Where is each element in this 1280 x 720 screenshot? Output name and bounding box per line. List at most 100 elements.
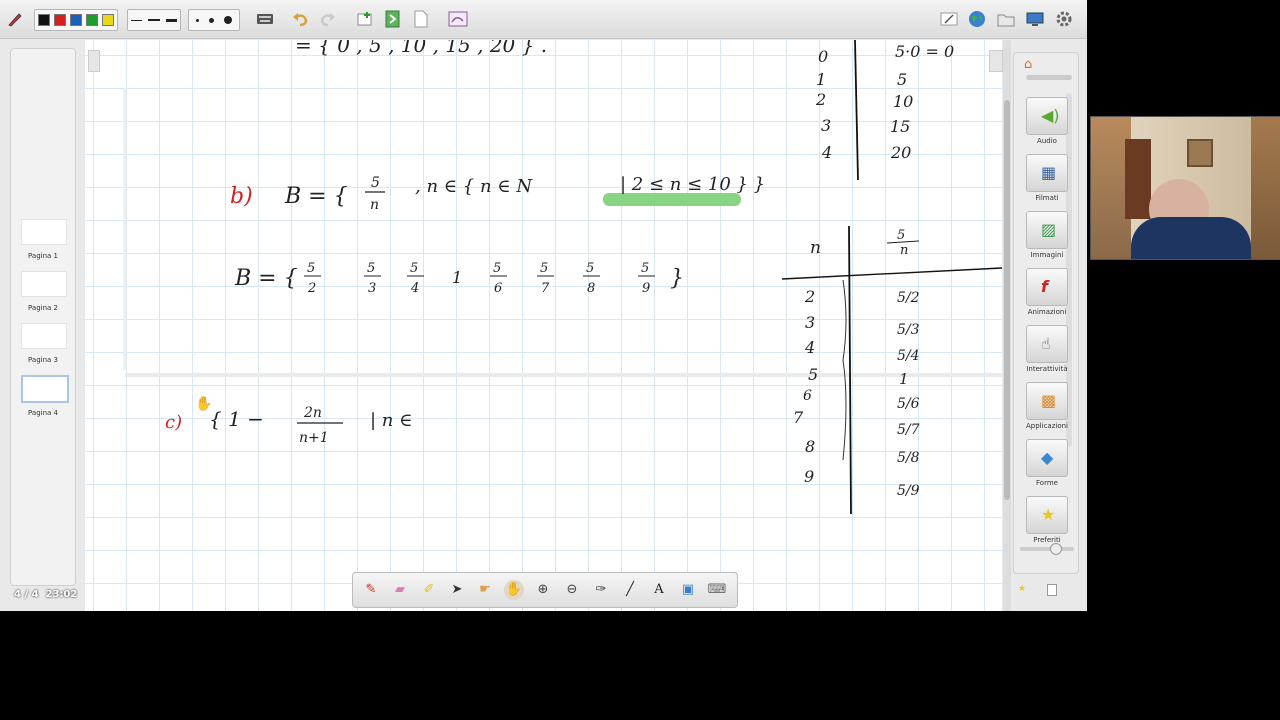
folder-icon[interactable] xyxy=(996,9,1016,29)
b-frac-1-den: 2 xyxy=(307,281,316,296)
color-swatch-yellow[interactable] xyxy=(102,14,114,26)
gallery-collapse-handle[interactable] xyxy=(989,50,1003,72)
gallery-label-animazioni: Animazioni xyxy=(1027,308,1067,316)
table2-v-7: 5/9 xyxy=(897,483,920,499)
canvas-vertical-scrollbar[interactable] xyxy=(1003,40,1011,611)
page-counter: 4 / 4 23:02 xyxy=(14,589,77,600)
color-swatch-green[interactable] xyxy=(86,14,98,26)
pan-hand-icon[interactable]: ✋ xyxy=(504,580,524,600)
page-thumbnail-2[interactable] xyxy=(21,271,67,297)
pen-settings-icon[interactable] xyxy=(6,9,24,29)
gallery-slider-top[interactable] xyxy=(1026,75,1072,80)
zoom-in-icon[interactable]: ⊕ xyxy=(533,580,553,600)
redo-icon[interactable] xyxy=(318,9,338,29)
table2-v-1: 5/3 xyxy=(897,322,920,338)
new-page-icon[interactable] xyxy=(355,9,375,29)
zoom-out-icon[interactable]: ⊖ xyxy=(562,580,582,600)
line-thick-icon[interactable] xyxy=(165,18,177,22)
select-arrow-icon[interactable]: ➤ xyxy=(447,580,467,600)
screen-capture-icon[interactable]: ▣ xyxy=(678,580,698,600)
page-thumbnail-4[interactable] xyxy=(21,375,69,403)
table1-v-3: 15 xyxy=(890,117,910,136)
b-def-frac-num: 5 xyxy=(371,175,380,191)
scrollbar-thumb[interactable] xyxy=(1004,100,1010,500)
on-screen-keyboard-icon[interactable]: ⌨ xyxy=(707,580,727,600)
text-tool-icon[interactable]: A xyxy=(649,580,669,600)
table1-v-4: 20 xyxy=(890,143,911,162)
table1-v-1: 5 xyxy=(897,70,907,89)
line-medium-icon[interactable] xyxy=(148,19,160,21)
gallery-item-immagini[interactable]: ▨ Immagini xyxy=(1018,211,1076,259)
c-frac-num: 2n xyxy=(303,405,322,421)
table2-n-7: 9 xyxy=(804,467,814,486)
table2-n-5: 7 xyxy=(793,408,804,427)
keyboard-icon[interactable] xyxy=(255,9,275,29)
b-condition: | 2 ≤ n ≤ 10 } } xyxy=(620,174,765,195)
gallery-item-animazioni[interactable]: f Animazioni xyxy=(1018,268,1076,316)
b-frac-6-den: 7 xyxy=(541,281,550,296)
gallery-item-interattivita[interactable]: ☝ Interattività xyxy=(1018,325,1076,373)
gallery-item-preferiti[interactable]: ★ Preferiti xyxy=(1018,496,1076,544)
eraser-tool-icon[interactable]: ▰ xyxy=(390,580,410,600)
color-swatch-black[interactable] xyxy=(38,14,50,26)
page-thumbnail-3[interactable] xyxy=(21,323,67,349)
b-whole-1: 1 xyxy=(452,268,462,287)
clock-time: 23:02 xyxy=(45,589,78,600)
apps-icon: ▩ xyxy=(1041,391,1057,410)
table2: n 5 n 2 5/2 3 5/3 4 5/4 5 1 6 5/6 7 5/7 … xyxy=(781,225,1002,515)
draw-mode-icon[interactable] xyxy=(939,9,959,29)
document-icon[interactable] xyxy=(411,9,431,29)
page-mini-icon[interactable] xyxy=(1047,584,1057,596)
gallery-item-applicazioni[interactable]: ▩ Applicazioni xyxy=(1018,382,1076,430)
color-swatch-red[interactable] xyxy=(54,14,66,26)
new-page-green-icon[interactable] xyxy=(383,9,403,29)
gallery-label-immagini: Immagini xyxy=(1030,251,1064,259)
display-icon[interactable] xyxy=(1025,9,1045,29)
whiteboard-canvas[interactable]: = { 0 , 5 , 10 , 15 , 20 } . b) B = { 5 … xyxy=(85,40,1002,611)
table1-n-3: 3 xyxy=(821,116,831,135)
pages-panel: Pagina 1 Pagina 2 Pagina 3 Pagina 4 xyxy=(10,48,76,586)
screen-annotate-icon[interactable] xyxy=(447,9,469,29)
globe-icon[interactable] xyxy=(967,9,987,29)
b-definition-lhs: B = { xyxy=(284,184,348,209)
page-thumbnail-1[interactable] xyxy=(21,219,67,245)
b-set-rhs: } xyxy=(670,266,684,291)
line-width-selector xyxy=(127,9,181,31)
gallery-item-audio[interactable]: ◀) Audio xyxy=(1018,97,1076,145)
dot-small-icon[interactable] xyxy=(196,18,199,22)
part-b-label: b) xyxy=(230,184,253,209)
b-frac-5-num: 5 xyxy=(493,261,501,276)
bookshelf-right xyxy=(1251,117,1280,259)
highlighter-tool-icon[interactable]: ✐ xyxy=(419,580,439,600)
favorites-star-icon[interactable]: ★ xyxy=(1018,584,1026,594)
home-icon[interactable]: ⌂ xyxy=(1024,57,1032,72)
gallery-label-preferiti: Preferiti xyxy=(1033,536,1061,544)
b-frac-5-den: 6 xyxy=(494,281,502,296)
table2-n-3: 5 xyxy=(808,365,818,384)
c-lhs: { 1 − xyxy=(209,407,264,431)
gallery-label-filmati: Filmati xyxy=(1035,194,1059,202)
undo-icon[interactable] xyxy=(290,9,310,29)
b-set-elements: 5 2 5 3 5 4 1 5 6 5 7 5 8 5 9 xyxy=(304,261,655,296)
gallery-item-filmati[interactable]: ▦ Filmati xyxy=(1018,154,1076,202)
gallery-item-forme[interactable]: ◆ Forme xyxy=(1018,439,1076,487)
settings-gear-icon[interactable] xyxy=(1054,9,1074,29)
color-palette xyxy=(34,9,118,31)
table1-n-0: 0 xyxy=(818,47,828,66)
magic-pen-icon[interactable]: ✑ xyxy=(591,580,611,600)
table2-n-4: 6 xyxy=(803,388,812,404)
hand-select-icon[interactable]: ☛ xyxy=(475,580,495,600)
dot-medium-icon[interactable] xyxy=(209,17,214,23)
b-frac-8-num: 5 xyxy=(641,261,649,276)
line-tool-icon[interactable]: ╱ xyxy=(620,580,640,600)
hand-cursor-icon: ☝ xyxy=(1041,334,1051,353)
pen-tool-icon[interactable]: ✎ xyxy=(361,580,381,600)
gallery-zoom-slider[interactable] xyxy=(1020,547,1074,551)
table1-n-2: 2 xyxy=(815,90,826,109)
b-frac-1-num: 5 xyxy=(307,261,315,276)
gallery-zoom-handle[interactable] xyxy=(1050,543,1062,555)
drawing-tools-toolbar: ✎ ▰ ✐ ➤ ☛ ✋ ⊕ ⊖ ✑ ╱ A ▣ ⌨ xyxy=(352,572,738,608)
color-swatch-blue[interactable] xyxy=(70,14,82,26)
dot-large-icon[interactable] xyxy=(224,16,232,24)
line-thin-icon[interactable] xyxy=(131,19,143,21)
